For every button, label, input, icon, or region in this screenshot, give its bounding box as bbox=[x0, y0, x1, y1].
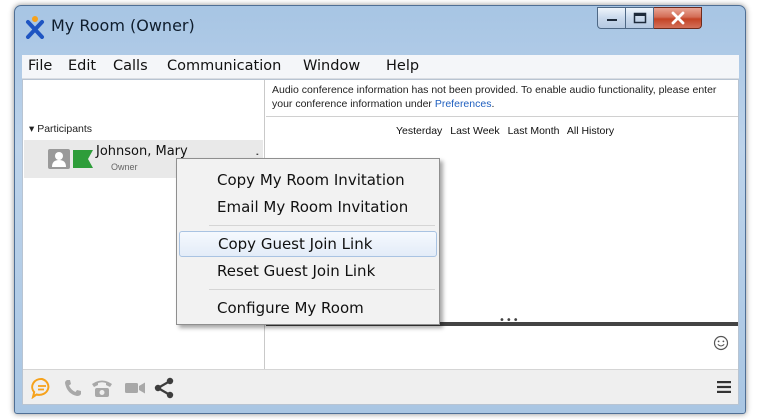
window-title: My Room (Owner) bbox=[51, 16, 195, 35]
close-icon bbox=[671, 11, 684, 25]
menu-item-configure-my-room[interactable]: Configure My Room bbox=[179, 295, 437, 321]
preferences-link[interactable]: Preferences bbox=[435, 98, 492, 110]
phone-icon[interactable] bbox=[63, 378, 83, 398]
close-button[interactable] bbox=[654, 7, 702, 29]
audio-notice: Audio conference information has not bee… bbox=[272, 83, 736, 111]
history-link-last-week[interactable]: Last Week bbox=[450, 125, 499, 137]
emoticon-icon[interactable] bbox=[713, 335, 729, 351]
menu-item-email-my-room-invitation[interactable]: Email My Room Invitation bbox=[179, 194, 437, 220]
participants-header[interactable]: ▾ Participants bbox=[29, 123, 92, 135]
maximize-icon bbox=[633, 12, 646, 24]
menu-separator bbox=[209, 225, 435, 226]
splitter-grip-icon[interactable]: ••• bbox=[499, 316, 520, 326]
bottom-toolbar bbox=[23, 369, 738, 404]
menu-item-copy-guest-join-link[interactable]: Copy Guest Join Link bbox=[179, 231, 437, 257]
menu-edit[interactable]: Edit bbox=[68, 58, 96, 74]
menu-bar: File Edit Calls Communication Window Hel… bbox=[22, 55, 739, 79]
maximize-button[interactable] bbox=[626, 7, 654, 29]
video-icon[interactable] bbox=[124, 380, 146, 396]
divider bbox=[266, 116, 738, 117]
menu-item-copy-my-room-invitation[interactable]: Copy My Room Invitation bbox=[179, 167, 437, 193]
person-icon bbox=[52, 152, 66, 167]
context-menu: Copy My Room Invitation Email My Room In… bbox=[176, 158, 440, 325]
menu-file[interactable]: File bbox=[28, 58, 52, 74]
title-bar[interactable]: My Room (Owner) bbox=[15, 6, 745, 46]
minimize-button[interactable] bbox=[597, 7, 626, 29]
chat-icon[interactable] bbox=[31, 377, 53, 399]
history-links: Yesterday Last Week Last Month All Histo… bbox=[396, 125, 619, 137]
menu-window[interactable]: Window bbox=[303, 58, 360, 74]
avatar bbox=[48, 149, 70, 169]
hamburger-menu-icon[interactable] bbox=[717, 381, 731, 393]
menu-calls[interactable]: Calls bbox=[113, 58, 148, 74]
menu-separator bbox=[209, 289, 435, 290]
history-link-yesterday[interactable]: Yesterday bbox=[396, 125, 442, 137]
share-icon[interactable] bbox=[153, 377, 175, 399]
history-link-all-history[interactable]: All History bbox=[567, 125, 614, 137]
history-link-last-month[interactable]: Last Month bbox=[508, 125, 560, 137]
desk-phone-icon[interactable] bbox=[91, 378, 113, 398]
participant-role: Owner bbox=[111, 162, 138, 172]
menu-item-reset-guest-join-link[interactable]: Reset Guest Join Link bbox=[179, 258, 437, 284]
jabber-x-icon bbox=[26, 16, 44, 39]
presence-flag-icon bbox=[73, 150, 93, 168]
minimize-icon bbox=[606, 19, 617, 21]
participant-name: Johnson, Mary bbox=[96, 144, 188, 159]
audio-notice-suffix: . bbox=[491, 98, 495, 110]
menu-help[interactable]: Help bbox=[386, 58, 419, 74]
participants-header-label: Participants bbox=[37, 123, 93, 135]
collapse-triangle-icon: ▾ bbox=[29, 123, 35, 135]
menu-communication[interactable]: Communication bbox=[167, 58, 281, 74]
